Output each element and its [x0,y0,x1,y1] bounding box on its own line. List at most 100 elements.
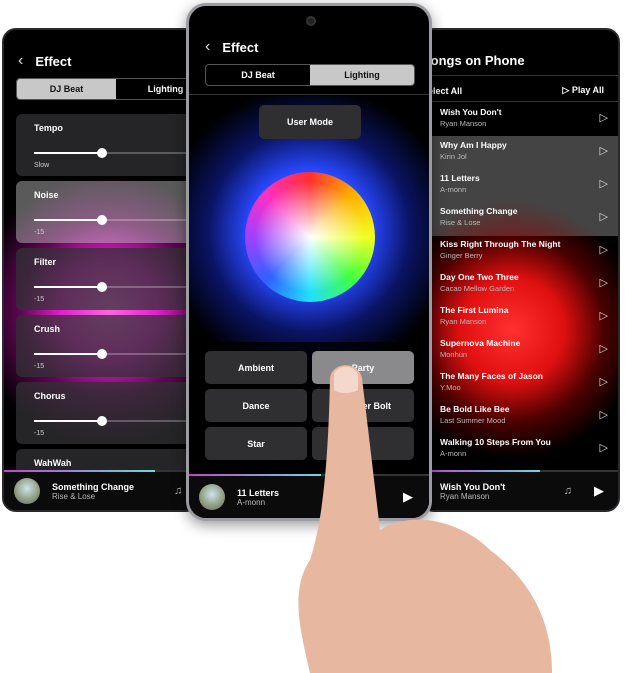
slider-caption: Slow [34,162,50,169]
song-title: Kiss Right Through The Night [440,239,561,249]
song-title: Why Am I Happy [440,140,507,150]
play-icon: ▷ [562,85,572,95]
song-row[interactable]: Day One Two Three Cacao Mellow Garden ▷ [422,267,618,300]
song-row[interactable]: The Many Faces of Jason Y.Moo ▷ [422,366,618,399]
play-icon[interactable]: ▷ [600,177,608,190]
mini-player[interactable]: Wish You Don't Ryan Manson ♫ ▶ [422,472,618,510]
tab-dj-beat[interactable]: DJ Beat [206,65,310,85]
song-row[interactable]: Walking 10 Steps From You A-monn ▷ [422,432,618,465]
song-row[interactable]: Why Am I Happy Kirin Jol ▷ [422,135,618,168]
page-title: Songs on Phone [422,53,525,68]
control-tempo: Tempo Slow [16,114,198,176]
track-title: Something Change [52,481,135,492]
playlist-icon[interactable]: ♫ [174,485,182,497]
slider-knob[interactable] [97,416,107,426]
song-artist: Ryan Manson [440,119,487,128]
camera [306,16,316,26]
song-artist: Last Summer Mood [440,416,506,425]
control-filter: Filter -15 [16,248,198,310]
control-label: Noise [34,190,59,200]
mode-button[interactable]: Star [205,427,307,460]
song-row[interactable]: The First Lumina Ryan Manson ▷ [422,300,618,333]
slider-caption: -15 [34,296,45,303]
play-icon[interactable]: ▷ [600,375,608,388]
song-row[interactable]: Something Change Rise & Lose ▷ [422,201,618,234]
track-artist: A-monn [237,497,266,507]
slider-knob[interactable] [97,148,107,158]
slider-knob[interactable] [97,349,107,359]
slider[interactable] [34,416,198,426]
slider-caption: -15 [34,229,45,236]
album-art [14,478,40,504]
song-row[interactable]: Supernova Machine Monhun ▷ [422,333,618,366]
control-label: WahWah [34,458,72,468]
user-mode-button[interactable]: User Mode [259,105,361,139]
slider-caption: -15 [34,430,45,437]
color-wheel[interactable] [245,172,375,302]
song-artist: A-monn [440,185,467,194]
control-label: Tempo [34,123,63,133]
song-title: 11 Letters [440,173,480,183]
song-title: Day One Two Three [440,272,519,282]
play-icon[interactable]: ▷ [600,342,608,355]
track-artist: Ryan Manson [440,491,490,501]
slider[interactable] [34,282,198,292]
mode-button[interactable]: Party [312,351,414,384]
page-title: Effect [35,53,72,69]
song-artist: Rise & Lose [440,218,481,227]
play-all-label: Play All [571,85,604,95]
play-icon[interactable]: ▷ [600,276,608,289]
center-phone: ‹ Effect DJ Beat Lighting User Mode Ambie… [186,3,432,521]
song-artist: Kirin Jol [440,152,467,161]
play-icon[interactable]: ▶ [403,489,413,505]
song-title: Be Bold Like Bee [440,404,510,414]
control-label: Filter [34,257,57,267]
song-row[interactable]: 11 Letters A-monn ▷ [422,168,618,201]
song-artist: Ryan Manson [440,317,487,326]
page-title: Effect [222,39,259,55]
header: ‹ Effect [205,38,258,56]
song-artist: Cacao Mellow Garden [440,284,515,293]
slider[interactable] [34,215,198,225]
mini-player[interactable]: Something Change Rise & Lose ♫ [4,472,198,510]
song-title: The First Lumina [440,305,509,315]
control-chorus: Chorus -15 [16,382,198,444]
slider-caption: -15 [34,363,45,370]
song-row[interactable]: Kiss Right Through The Night Ginger Berry… [422,234,618,267]
tab-dj-beat[interactable]: DJ Beat [17,79,116,99]
song-title: Supernova Machine [440,338,521,348]
mode-button[interactable]: Dance [205,389,307,422]
song-row[interactable]: Be Bold Like Bee Last Summer Mood ▷ [422,399,618,432]
slider[interactable] [34,148,198,158]
slider[interactable] [34,349,198,359]
song-title: Wish You Don't [440,107,502,117]
play-icon[interactable]: ▷ [600,210,608,223]
play-icon[interactable]: ▷ [600,111,608,124]
back-icon[interactable]: ‹ [18,52,23,70]
song-artist: Ginger Berry [440,251,483,260]
tab-lighting[interactable]: Lighting [310,65,414,85]
slider-knob[interactable] [97,215,107,225]
play-icon[interactable]: ▷ [600,441,608,454]
play-icon[interactable]: ▶ [594,483,604,499]
play-all-button[interactable]: ▷ Play All [562,85,604,96]
control-label: Chorus [34,391,66,401]
song-artist: A-monn [440,449,467,458]
song-row[interactable]: Wish You Don't Ryan Manson ▷ [422,102,618,135]
left-phone: ‹ Effect DJ Beat Lighting Tempo Slow Noise… [2,28,200,512]
mode-button[interactable]: Ambient [205,351,307,384]
play-icon[interactable]: ▷ [600,144,608,157]
play-icon[interactable]: ▷ [600,408,608,421]
play-icon[interactable]: ▷ [600,243,608,256]
slider-knob[interactable] [97,282,107,292]
control-crush: Crush -15 [16,315,198,377]
back-icon[interactable]: ‹ [205,38,210,56]
song-artist: Monhun [440,350,468,359]
playlist-icon[interactable]: ♫ [564,485,572,497]
mode-button[interactable] [312,427,414,460]
song-title: Something Change [440,206,518,216]
play-icon[interactable]: ▷ [600,309,608,322]
mini-player[interactable]: 11 Letters A-monn ▶ [189,476,429,518]
tab-bar: DJ Beat Lighting [205,64,415,86]
mode-button[interactable]: Thunder Bolt [312,389,414,422]
